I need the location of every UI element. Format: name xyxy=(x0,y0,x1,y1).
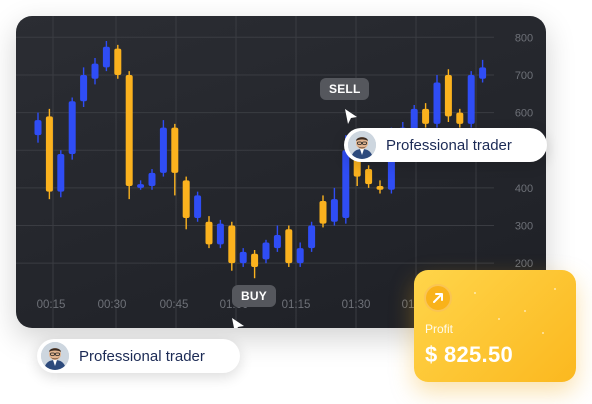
candle-body xyxy=(433,82,441,124)
candle-body xyxy=(422,108,430,124)
buy-tag: BUY xyxy=(232,285,276,307)
candle-body xyxy=(251,253,259,267)
candle xyxy=(148,169,156,190)
y-tick-label: 700 xyxy=(515,70,533,82)
candle-body xyxy=(228,225,236,264)
candle-body xyxy=(376,186,384,190)
candle xyxy=(114,44,122,79)
sell-label: SELL xyxy=(329,82,361,96)
candle-body xyxy=(205,221,213,245)
candle xyxy=(433,74,441,128)
x-tick-label: 01:30 xyxy=(342,299,371,311)
candle-body xyxy=(330,199,338,222)
x-tick-label: 00:15 xyxy=(37,299,66,311)
trader-label: Professional trader xyxy=(79,347,205,365)
trend-up-icon xyxy=(424,284,452,312)
candle-body xyxy=(479,67,487,79)
trader-badge-top: Professional trader xyxy=(344,128,547,162)
candle xyxy=(319,195,327,228)
candle-body xyxy=(171,127,179,173)
y-tick-label: 200 xyxy=(515,258,533,270)
candle xyxy=(285,225,293,267)
candle-body xyxy=(125,74,133,186)
candle xyxy=(125,71,133,200)
candle xyxy=(467,71,475,128)
x-tick-label: 00:45 xyxy=(160,299,189,311)
buy-label: BUY xyxy=(241,289,267,303)
buy-cursor-icon xyxy=(232,318,244,328)
candle-body xyxy=(45,116,53,192)
candle xyxy=(171,123,179,196)
trader-avatar-icon xyxy=(348,131,376,159)
candle xyxy=(330,187,338,226)
candle xyxy=(159,120,167,177)
candle-body xyxy=(148,172,156,186)
sell-tag: SELL xyxy=(320,78,370,100)
trader-badge-bottom: Professional trader xyxy=(37,339,240,373)
candle-body xyxy=(239,251,247,264)
candle-body xyxy=(91,63,99,79)
profit-label: Profit xyxy=(425,322,454,336)
y-tick-label: 800 xyxy=(515,32,533,44)
avatar xyxy=(41,342,69,370)
candle xyxy=(479,59,487,83)
candle xyxy=(365,165,373,188)
candle xyxy=(262,239,270,264)
candle-body xyxy=(273,234,281,249)
candle-body xyxy=(68,101,76,154)
avatar xyxy=(348,131,376,159)
candle xyxy=(444,69,452,122)
candle-body xyxy=(365,169,373,185)
candle-body xyxy=(444,74,452,117)
candle-body xyxy=(342,150,350,218)
candle-body xyxy=(34,120,42,136)
candle xyxy=(91,58,99,85)
trader-avatar-icon xyxy=(41,342,69,370)
profit-card: Profit $ 825.50 xyxy=(414,270,576,382)
profit-value: $ 825.50 xyxy=(425,342,514,367)
candle xyxy=(34,112,42,143)
candle xyxy=(102,41,110,72)
candle-body xyxy=(102,46,110,68)
candle-body xyxy=(216,223,224,245)
candle xyxy=(273,225,281,252)
trader-label: Professional trader xyxy=(386,136,512,154)
candle xyxy=(194,191,202,222)
candle-body xyxy=(285,229,293,264)
candle-body xyxy=(57,154,65,192)
candle-body xyxy=(296,248,304,264)
candle xyxy=(239,248,247,267)
x-tick-label: 01:15 xyxy=(282,299,311,311)
candle-body xyxy=(194,195,202,218)
sell-cursor-icon xyxy=(345,109,357,124)
candle xyxy=(251,250,259,279)
candle-body xyxy=(80,74,88,102)
candle-body xyxy=(410,108,418,130)
candle xyxy=(205,216,213,249)
candle-body xyxy=(114,48,122,75)
candle-body xyxy=(137,184,145,188)
candle xyxy=(216,219,224,249)
y-tick-label: 400 xyxy=(515,183,533,195)
candle xyxy=(308,221,316,252)
candle xyxy=(57,150,65,198)
candle-body xyxy=(308,225,316,249)
candle-body xyxy=(182,180,190,218)
candle-body xyxy=(319,201,327,224)
candle xyxy=(376,180,384,194)
candle-body xyxy=(456,112,464,124)
x-tick-label: 00:30 xyxy=(98,299,127,311)
candle-body xyxy=(467,74,475,124)
candle xyxy=(182,176,190,230)
y-tick-label: 300 xyxy=(515,221,533,233)
y-tick-label: 600 xyxy=(515,108,533,120)
candle xyxy=(80,67,88,107)
candle xyxy=(45,108,53,200)
candle xyxy=(456,108,464,128)
candle xyxy=(422,103,430,128)
candle xyxy=(68,97,76,160)
candle-body xyxy=(159,127,167,173)
candle-body xyxy=(262,242,270,260)
